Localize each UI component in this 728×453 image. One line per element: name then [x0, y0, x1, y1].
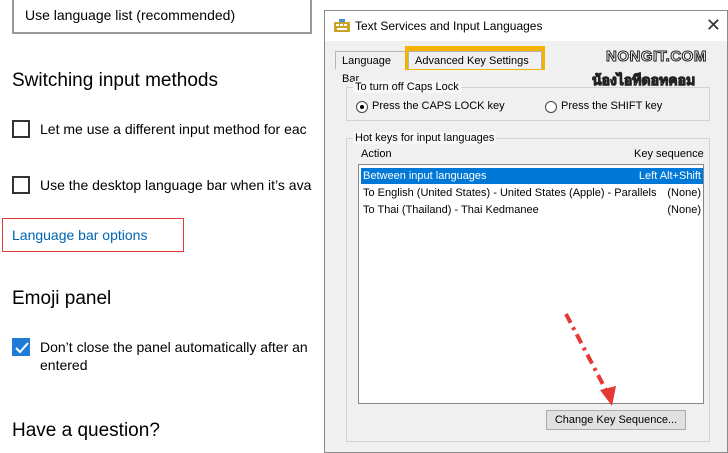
- checkmark-icon: [15, 342, 29, 354]
- question-heading: Have a question?: [12, 420, 160, 441]
- checkbox-label: Let me use a different input method for …: [40, 121, 307, 137]
- list-item[interactable]: To Thai (Thailand) - Thai Kedmanee (None…: [361, 202, 703, 218]
- list-item-key: (None): [667, 187, 701, 199]
- radio-button[interactable]: [545, 101, 557, 113]
- list-item-action: To English (United States) - United Stat…: [363, 187, 657, 199]
- keyboard-app-icon: [334, 19, 350, 32]
- list-item-key: Left Alt+Shift: [638, 170, 701, 182]
- close-icon[interactable]: ✕: [706, 15, 721, 36]
- checkbox-checked[interactable]: [12, 338, 30, 356]
- language-switch-dropdown[interactable]: Use language list (recommended): [12, 0, 312, 34]
- hotkeys-group-label: Hot keys for input languages: [353, 132, 497, 144]
- column-header-action[interactable]: Action: [361, 148, 392, 160]
- radio-label: Press the SHIFT key: [561, 100, 663, 112]
- column-header-key-sequence[interactable]: Key sequence: [634, 148, 704, 160]
- checkbox-label: Don’t close the panel automatically afte…: [40, 339, 308, 355]
- list-item-action: To Thai (Thailand) - Thai Kedmanee: [363, 204, 539, 216]
- annotation-arrow-icon: [564, 313, 616, 406]
- checkbox-label-continued: entered: [40, 357, 88, 373]
- watermark-logo-thai: น้องไอทีดอทคอม: [591, 72, 696, 89]
- language-bar-options-link[interactable]: Language bar options: [12, 227, 147, 243]
- radio-button-selected[interactable]: [356, 101, 368, 113]
- change-key-sequence-button[interactable]: Change Key Sequence...: [546, 410, 686, 430]
- dialog-titlebar: Text Services and Input Languages ✕: [325, 11, 727, 41]
- list-item-key: (None): [667, 204, 701, 216]
- checkbox[interactable]: [12, 176, 30, 194]
- radio-label: Press the CAPS LOCK key: [372, 100, 505, 112]
- tab-advanced-key-settings[interactable]: Advanced Key Settings: [408, 51, 542, 69]
- checkbox-label: Use the desktop language bar when it’s a…: [40, 177, 312, 193]
- tab-language-bar[interactable]: Language Bar: [335, 51, 409, 85]
- dialog-title: Text Services and Input Languages: [355, 19, 543, 33]
- switching-heading: Switching input methods: [12, 70, 218, 91]
- hotkeys-listbox[interactable]: Between input languages Left Alt+Shift T…: [358, 164, 704, 404]
- emoji-heading: Emoji panel: [12, 288, 112, 309]
- watermark-logo-text: NONGIT.COM: [606, 48, 707, 66]
- list-item[interactable]: Between input languages Left Alt+Shift: [361, 168, 703, 184]
- list-item[interactable]: To English (United States) - United Stat…: [361, 185, 703, 201]
- list-item-action: Between input languages: [363, 170, 487, 182]
- caps-lock-group-label: To turn off Caps Lock: [353, 81, 461, 93]
- checkbox[interactable]: [12, 120, 30, 138]
